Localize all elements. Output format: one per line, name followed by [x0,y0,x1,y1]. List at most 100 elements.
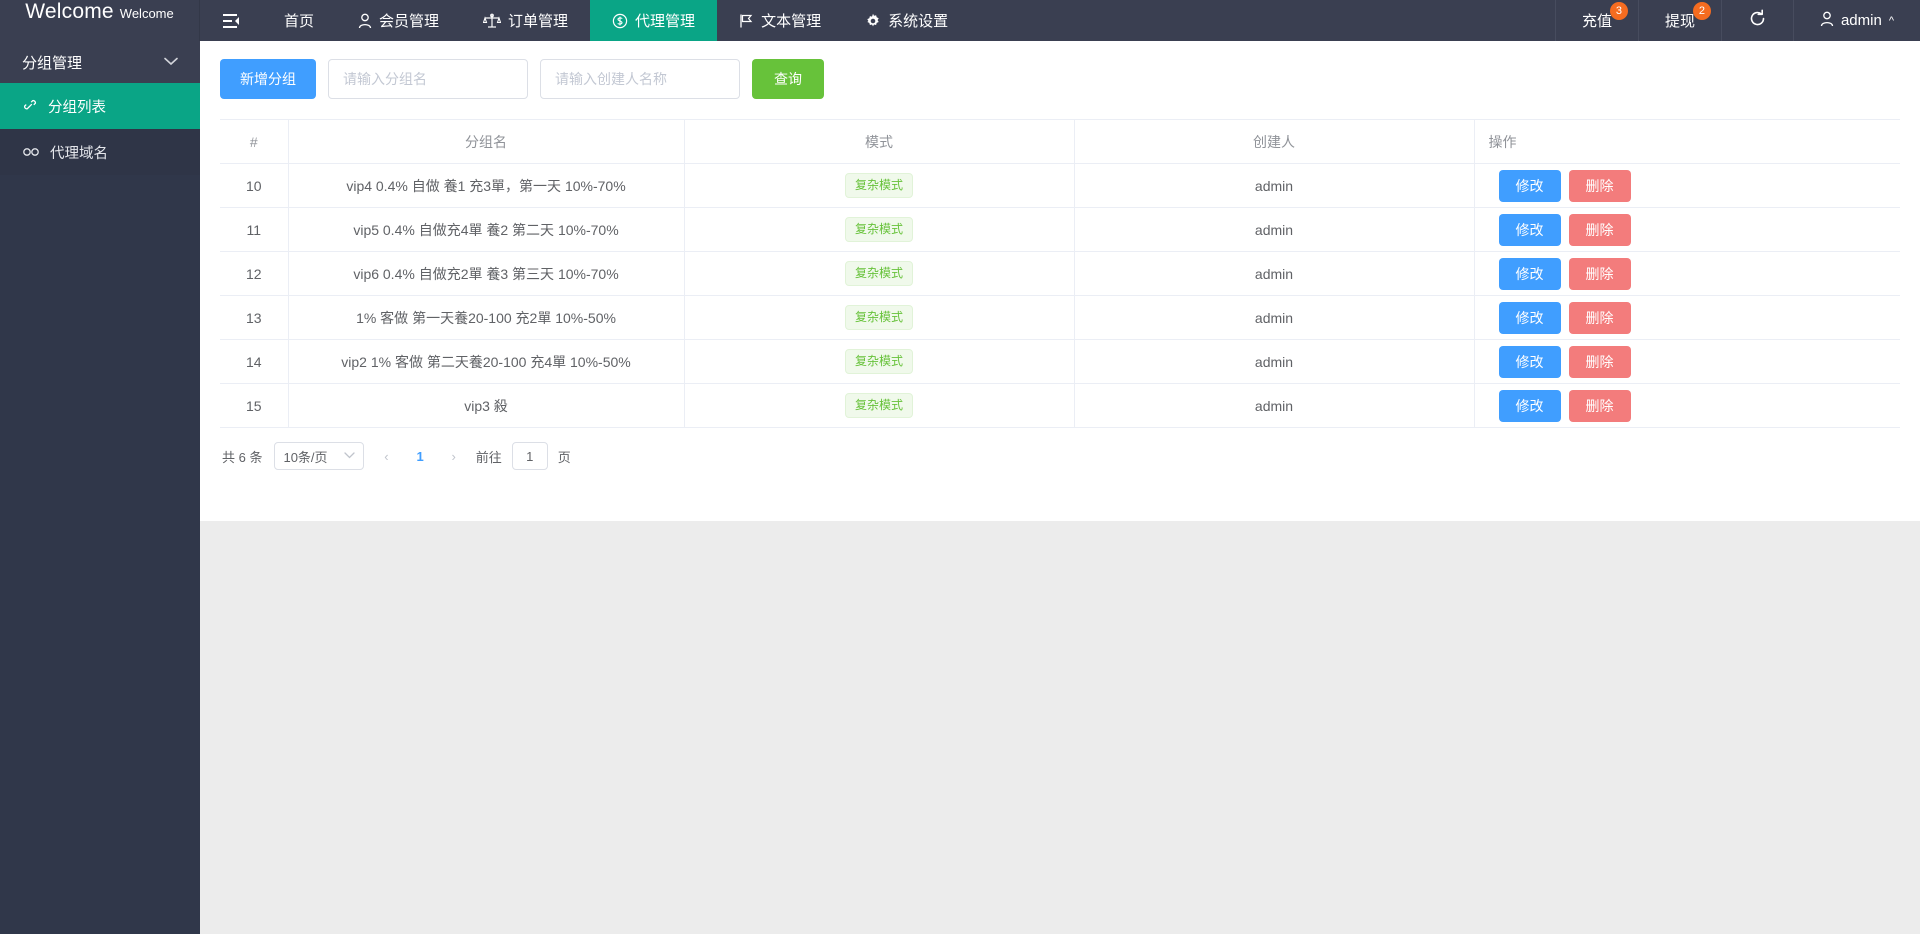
row-actions: 修改 删除 [1489,345,1901,378]
cell-mode: 复杂模式 [683,207,1074,252]
refresh-button[interactable] [1720,0,1793,41]
mode-badge: 复杂模式 [844,393,913,418]
row-actions: 修改 删除 [1489,169,1901,202]
pagination: 共 6 条 10条/页 ‹ 1 › 前往 页 [220,428,1900,484]
mode-badge: 复杂模式 [844,305,913,330]
mode-badge: 复杂模式 [844,261,913,286]
jump-unit-label: 页 [557,449,571,465]
user-icon [358,13,372,29]
cell-creator: admin [1073,251,1474,296]
table-row: 12 vip6 0.4% 自做充2單 養3 第三天 10%-70% 复杂模式 a… [220,251,1901,296]
withdraw-badge: 2 [1692,2,1711,20]
delete-button[interactable]: 删除 [1568,213,1631,246]
sidebar: 分组管理 分组列表 代理域名 [0,41,200,934]
edit-button[interactable]: 修改 [1498,389,1561,422]
menu-fold-icon[interactable] [200,0,262,41]
creator-name-input[interactable] [540,59,740,99]
cell-operations: 修改 删除 [1473,207,1901,252]
delete-button[interactable]: 删除 [1568,301,1631,334]
cell-creator: admin [1073,295,1474,340]
delete-button[interactable]: 删除 [1568,169,1631,202]
cell-group-name: vip6 0.4% 自做充2單 養3 第三天 10%-70% [287,251,684,296]
nav-item-system-settings[interactable]: 系统设置 [843,0,970,41]
edit-button[interactable]: 修改 [1498,169,1561,202]
withdraw-button[interactable]: 提现 2 [1637,0,1721,41]
table-row: 14 vip2 1% 客做 第二天養20-100 充4單 10%-50% 复杂模… [220,339,1901,384]
group-list-table: # 分组名 模式 创建人 操作 10 vip4 0.4% 自做 養1 充3單，第… [220,119,1900,428]
user-icon [1820,11,1834,31]
gear-icon [865,13,881,29]
cell-operations: 修改 删除 [1473,383,1901,428]
table-row: 11 vip5 0.4% 自做充4單 養2 第二天 10%-70% 复杂模式 a… [220,207,1901,252]
table-body: 10 vip4 0.4% 自做 養1 充3單，第一天 10%-70% 复杂模式 … [220,163,1901,428]
row-actions: 修改 删除 [1489,213,1901,246]
search-toolbar: 新增分组 查询 [220,59,1900,119]
table-header: # 分组名 模式 创建人 操作 [220,119,1900,164]
jump-to-label: 前往 [475,449,502,465]
add-group-button[interactable]: 新增分组 [220,59,316,99]
query-button[interactable]: 查询 [752,59,824,99]
withdraw-label: 提现 [1664,13,1695,30]
sidebar-item-agent-domain[interactable]: 代理域名 [0,129,200,175]
prev-page-button[interactable]: ‹ [374,442,399,470]
cell-operations: 修改 删除 [1473,339,1901,384]
infinity-icon [22,146,40,158]
chevron-down-icon [344,451,356,462]
nav-item-order-management[interactable]: 订单管理 [461,0,590,41]
cell-creator: admin [1073,163,1474,208]
delete-button[interactable]: 删除 [1568,389,1631,422]
sidebar-item-label: 分组列表 [48,99,106,116]
nav-item-agent-management[interactable]: 代理管理 [590,0,718,41]
row-actions: 修改 删除 [1489,301,1901,334]
cell-id: 11 [220,207,288,252]
nav-item-label: 代理管理 [635,13,696,30]
row-actions: 修改 删除 [1489,389,1901,422]
top-navigation-bar: Welcome Welcome 首页 会员管理 订单管理 代理管理 文本管理 系… [0,0,1920,41]
cell-group-name: vip5 0.4% 自做充4單 養2 第二天 10%-70% [287,207,684,252]
edit-button[interactable]: 修改 [1498,301,1561,334]
link-icon [22,98,38,114]
brand-subtitle: Welcome [119,6,174,21]
nav-item-member-management[interactable]: 会员管理 [336,0,461,41]
nav-item-label: 文本管理 [761,13,822,30]
nav-item-text-management[interactable]: 文本管理 [717,0,843,41]
brand-logo[interactable]: Welcome Welcome [0,0,200,41]
table-header-row: # 分组名 模式 创建人 操作 [220,119,1900,164]
next-page-button[interactable]: › [441,442,466,470]
page-number-1[interactable]: 1 [408,449,431,464]
row-actions: 修改 删除 [1489,257,1901,290]
recharge-button[interactable]: 充值 3 [1554,0,1638,41]
nav-item-label: 会员管理 [379,13,440,30]
cell-group-name: vip4 0.4% 自做 養1 充3單，第一天 10%-70% [287,163,684,208]
main-nav-items: 首页 会员管理 订单管理 代理管理 文本管理 系统设置 [262,0,970,41]
sidebar-group-grouping-management[interactable]: 分组管理 [0,41,200,83]
pagination-total: 共 6 条 [222,449,263,465]
cell-mode: 复杂模式 [683,339,1074,384]
delete-button[interactable]: 删除 [1568,345,1631,378]
recharge-label: 充值 [1581,13,1612,30]
cell-creator: admin [1073,383,1474,428]
flag-icon [739,13,754,29]
main-content-area: 新增分组 查询 # 分组名 模式 创建人 操作 10 vip4 0.4% 自做 … [200,41,1920,934]
nav-item-label: 系统设置 [888,13,949,30]
cell-operations: 修改 删除 [1473,295,1901,340]
nav-item-home[interactable]: 首页 [262,0,336,41]
cell-id: 15 [220,383,288,428]
cell-mode: 复杂模式 [683,295,1074,340]
cell-mode: 复杂模式 [683,383,1074,428]
column-header-group-name: 分组名 [287,119,684,164]
edit-button[interactable]: 修改 [1498,257,1561,290]
edit-button[interactable]: 修改 [1498,213,1561,246]
edit-button[interactable]: 修改 [1498,345,1561,378]
user-menu[interactable]: admin ^ [1792,0,1920,41]
group-name-input[interactable] [328,59,528,99]
sidebar-item-group-list[interactable]: 分组列表 [0,83,200,129]
cell-group-name: 1% 客做 第一天養20-100 充2單 10%-50% [287,295,684,340]
jump-to-page-input[interactable] [511,442,548,470]
chevron-up-icon: ^ [1888,14,1894,27]
delete-button[interactable]: 删除 [1568,257,1631,290]
cell-group-name: vip3 殺 [287,383,684,428]
cell-mode: 复杂模式 [683,251,1074,296]
mode-badge: 复杂模式 [844,173,913,198]
page-size-select[interactable]: 10条/页 [274,442,365,470]
